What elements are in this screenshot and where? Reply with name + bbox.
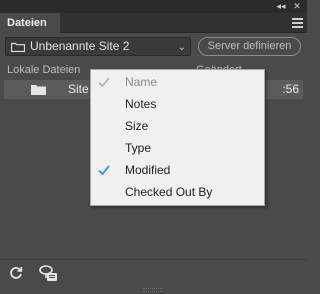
menu-item-checked-out-by[interactable]: Checked Out By xyxy=(91,181,264,203)
resize-grip[interactable] xyxy=(143,288,163,292)
menu-item-modified[interactable]: Modified xyxy=(91,159,264,181)
refresh-icon[interactable] xyxy=(9,266,23,280)
checkmark-icon xyxy=(98,165,110,176)
column-local-files[interactable]: Lokale Dateien xyxy=(7,62,80,78)
menu-item-label: Size xyxy=(125,119,149,133)
menu-item-label: Checked Out By xyxy=(125,185,213,199)
toolbar-divider xyxy=(0,259,307,260)
tab-dateien[interactable]: Dateien xyxy=(0,13,60,33)
folder-icon xyxy=(11,42,25,52)
menu-item-notes[interactable]: Notes xyxy=(91,93,264,115)
checkmark-icon xyxy=(98,77,110,88)
panel-chrome-strip: ◂◂ ✕ xyxy=(0,0,307,13)
site-dropdown[interactable]: Unbenannte Site 2 ⌄ xyxy=(5,37,191,56)
menu-item-size[interactable]: Size xyxy=(91,115,264,137)
column-context-menu: Name Notes Size Type Modified Checked Ou… xyxy=(90,69,265,206)
collapse-panel-icon[interactable]: ◂◂ xyxy=(274,0,288,13)
define-server-button[interactable]: Server definieren xyxy=(198,37,301,56)
close-panel-icon[interactable]: ✕ xyxy=(290,0,304,13)
chevron-down-icon: ⌄ xyxy=(177,42,186,53)
panel-menu-icon[interactable] xyxy=(292,18,303,28)
folder-icon xyxy=(31,85,46,95)
menu-item-label: Modified xyxy=(125,163,171,177)
menu-item-name: Name xyxy=(91,71,264,93)
panel-tabbar: Dateien xyxy=(0,13,307,33)
file-modified-time: :56 xyxy=(282,82,299,96)
file-name: Site xyxy=(68,82,89,96)
menu-item-label: Notes xyxy=(125,97,157,111)
menu-item-type[interactable]: Type xyxy=(91,137,264,159)
menu-item-label: Name xyxy=(125,75,158,89)
log-icon[interactable] xyxy=(39,265,58,282)
menu-item-label: Type xyxy=(125,141,152,155)
site-dropdown-value: Unbenannte Site 2 xyxy=(30,39,130,53)
